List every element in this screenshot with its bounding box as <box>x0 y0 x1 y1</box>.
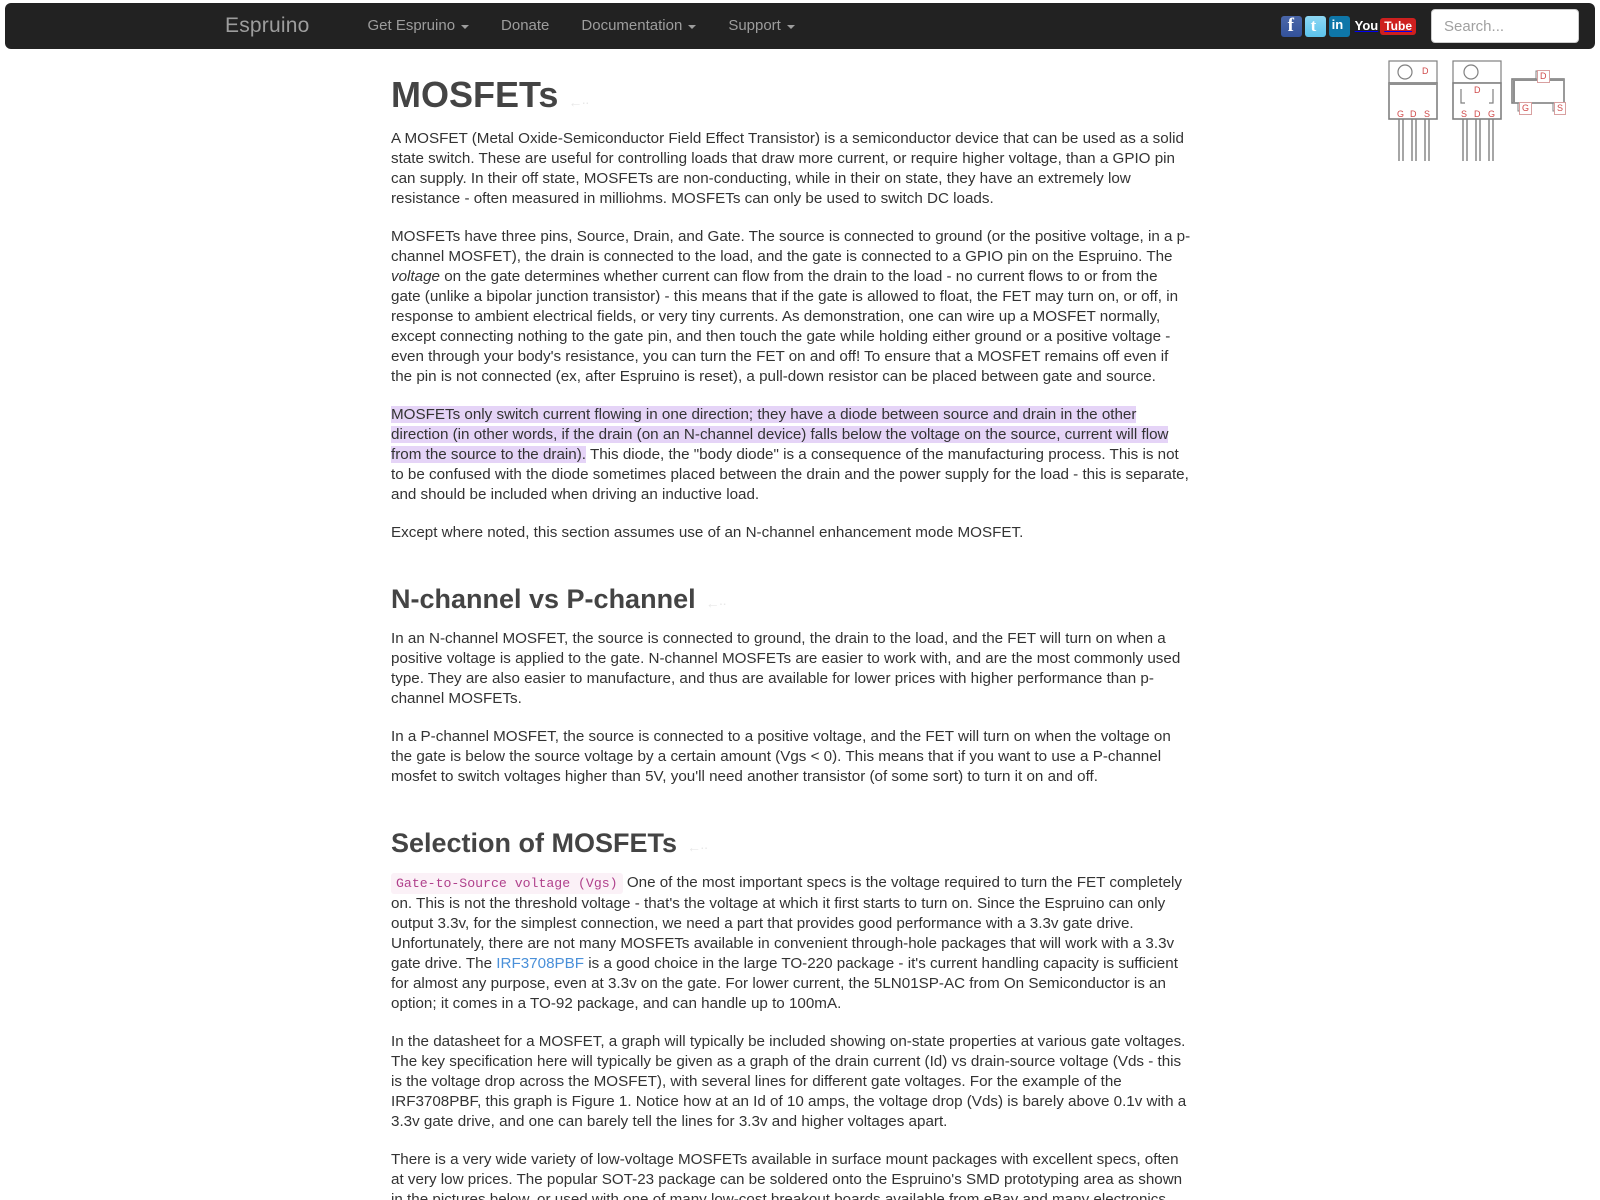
pkg1-pin-g: G <box>1397 109 1405 119</box>
youtube-you-text: You <box>1354 18 1379 33</box>
section-heading-text: Selection of MOSFETs <box>391 827 678 858</box>
paragraph-pins-part-a: MOSFETs have three pins, Source, Drain, … <box>391 227 1191 265</box>
main-content: D G D S D S D G D G S MOSFETs ←·· A MOSF… <box>391 49 1567 1200</box>
paragraph-smd: There is a very wide variety of low-volt… <box>391 1151 1183 1200</box>
paragraph-datasheet: In the datasheet for a MOSFET, a graph w… <box>391 1033 1187 1131</box>
code-gate-to-source-voltage: Gate-to-Source voltage (Vgs) <box>391 873 623 895</box>
pkg2-drain-label: D <box>1474 85 1481 95</box>
nav-item-label: Get Espruino <box>367 17 456 34</box>
paragraph-n-channel: In an N-channel MOSFET, the source is co… <box>391 629 1181 707</box>
pkg1-pin-s: S <box>1424 109 1431 119</box>
pkg3-pin-g: G <box>1519 102 1533 115</box>
search-input[interactable] <box>1431 9 1579 43</box>
paragraph-except: Except where noted, this section assumes… <box>391 523 1024 541</box>
pkg1-drain-label: D <box>1422 66 1429 76</box>
anchor-link-icon[interactable]: ←·· <box>706 595 727 612</box>
chevron-down-icon <box>786 25 795 29</box>
anchor-link-icon[interactable]: ←·· <box>687 839 708 856</box>
pkg3-drain-label: D <box>1537 70 1550 83</box>
section-heading-n-vs-p: N-channel vs P-channel ←·· <box>391 583 1191 615</box>
paragraph-pins-part-b: on the gate determines whether current c… <box>391 267 1179 385</box>
youtube-tube-text: Tube <box>1380 17 1416 35</box>
link-irf3708pbf[interactable]: IRF3708PBF <box>496 955 584 972</box>
nav-item-support[interactable]: Support <box>712 3 811 49</box>
anchor-link-icon[interactable]: ←·· <box>568 94 589 110</box>
linkedin-icon[interactable] <box>1328 15 1350 37</box>
pkg1-pin-d: D <box>1410 109 1417 119</box>
nav-item-donate[interactable]: Donate <box>485 3 565 49</box>
nav-item-get-espruino[interactable]: Get Espruino <box>351 3 485 49</box>
youtube-icon[interactable]: You Tube <box>1355 16 1416 37</box>
page-title-text: MOSFETs <box>391 74 559 115</box>
facebook-icon[interactable] <box>1280 15 1302 37</box>
pkg2-pin-d: D <box>1474 109 1481 119</box>
mosfet-package-diagram: D G D S D S D G D G S <box>1381 57 1567 167</box>
nav-item-label: Documentation <box>581 17 683 34</box>
section-heading-text: N-channel vs P-channel <box>391 583 696 614</box>
paragraph-pins: MOSFETs have three pins, Source, Drain, … <box>391 227 1191 387</box>
nav-item-label: Support <box>728 17 781 34</box>
paragraph-p-channel: In a P-channel MOSFET, the source is con… <box>391 727 1171 785</box>
navbar-right: You Tube <box>1280 3 1579 49</box>
nav-item-documentation[interactable]: Documentation <box>565 3 712 49</box>
pkg2-pin-g: G <box>1488 109 1496 119</box>
section-heading-selection: Selection of MOSFETs ←·· <box>391 827 1191 859</box>
nav-item-label: Donate <box>501 17 550 34</box>
chevron-down-icon <box>461 25 470 29</box>
twitter-icon[interactable] <box>1304 15 1326 37</box>
top-navbar: Espruino Get Espruino Donate Documentati… <box>5 3 1595 49</box>
pkg3-pin-s: S <box>1554 102 1567 115</box>
nav-links: Get Espruino Donate Documentation Suppor… <box>351 3 810 49</box>
paragraph-intro: A MOSFET (Metal Oxide-Semiconductor Fiel… <box>391 129 1184 207</box>
paragraph-body-diode: MOSFETs only switch current flowing in o… <box>391 405 1191 505</box>
chevron-down-icon <box>688 25 697 29</box>
emphasis-voltage: voltage <box>391 267 440 285</box>
paragraph-vgs-spec: Gate-to-Source voltage (Vgs) One of the … <box>391 873 1191 1014</box>
brand-link[interactable]: Espruino <box>225 14 309 38</box>
page-title: MOSFETs ←·· <box>391 75 1191 115</box>
pkg2-pin-s: S <box>1461 109 1468 119</box>
